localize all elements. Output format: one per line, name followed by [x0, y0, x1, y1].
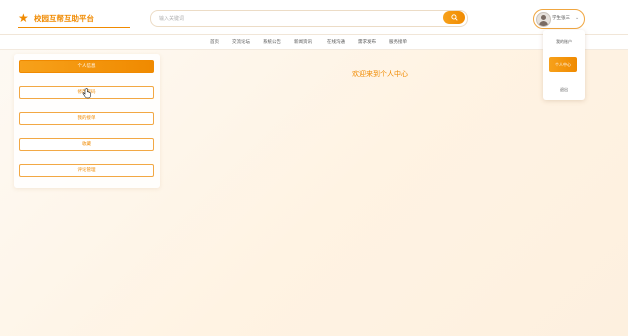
- sidebar-item-favorites[interactable]: 收藏: [19, 138, 154, 151]
- sidebar-item-profile[interactable]: 个人信息: [19, 60, 154, 73]
- user-dropdown-menu: 我的账户 个人中心 退出: [543, 30, 585, 100]
- top-header: ★ 校园互帮互助平台 学生张三 ⌄: [0, 0, 628, 35]
- sidebar-panel: 个人信息 修改密码 我的接单 收藏 评论管理: [14, 54, 160, 188]
- nav-item-announcements[interactable]: 系统公告: [263, 39, 281, 45]
- menu-item-logout[interactable]: 退出: [543, 87, 585, 93]
- sidebar-item-comments[interactable]: 评论管理: [19, 164, 154, 177]
- search-button[interactable]: [443, 11, 465, 24]
- nav-item-news[interactable]: 新闻资讯: [294, 39, 312, 45]
- menu-item-personal-center[interactable]: 个人中心: [549, 57, 577, 72]
- avatar: [536, 12, 551, 27]
- user-name: 学生张三: [552, 16, 570, 21]
- welcome-message: 欢迎来到个人中心: [352, 70, 408, 78]
- user-menu-toggle[interactable]: 学生张三 ⌄: [533, 9, 585, 29]
- search-input[interactable]: [159, 13, 359, 24]
- sidebar-item-my-orders[interactable]: 我的接单: [19, 112, 154, 125]
- nav-item-service-orders[interactable]: 服务接单: [389, 39, 407, 45]
- logo[interactable]: ★ 校园互帮互助平台: [18, 12, 94, 24]
- nav-item-chat[interactable]: 在线沟通: [327, 39, 345, 45]
- nav-item-home[interactable]: 首页: [210, 39, 219, 45]
- logo-text: 校园互帮互助平台: [34, 13, 94, 23]
- main-nav: 首页 交流论坛 系统公告 新闻资讯 在线沟通 需求发布 服务接单: [0, 35, 628, 50]
- logo-underline: [18, 27, 130, 28]
- hand-cursor-icon: [82, 88, 91, 99]
- nav-item-forum[interactable]: 交流论坛: [232, 39, 250, 45]
- star-logo-icon: ★: [18, 11, 29, 25]
- chevron-down-icon: ⌄: [575, 15, 580, 21]
- search-icon: [451, 14, 458, 21]
- nav-item-post-request[interactable]: 需求发布: [358, 39, 376, 45]
- search-bar: [150, 10, 468, 27]
- menu-item-my-account[interactable]: 我的账户: [543, 39, 585, 45]
